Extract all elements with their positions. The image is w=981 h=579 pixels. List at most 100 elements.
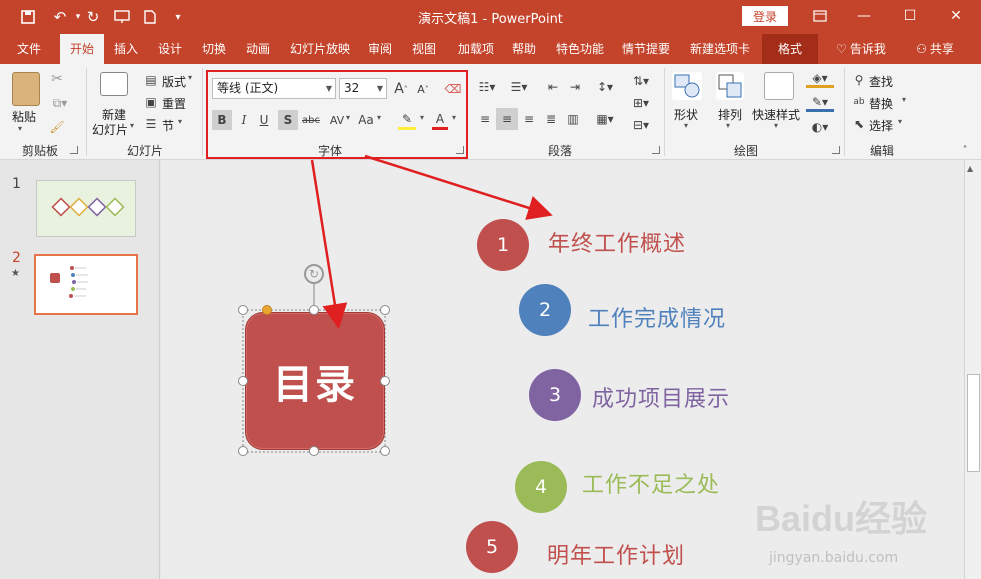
tab-slideshow[interactable]: 幻灯片放映 [284, 34, 356, 64]
replace-label[interactable]: 替换 [869, 95, 893, 112]
tab-view[interactable]: 视图 [406, 34, 442, 64]
new-slide-icon[interactable] [100, 72, 128, 96]
resize-handle[interactable] [238, 376, 248, 386]
new-slide-dropdown-icon[interactable]: ▾ [130, 121, 134, 130]
tab-file[interactable]: 文件 [8, 34, 50, 64]
login-button[interactable]: 登录 [742, 6, 788, 26]
title-shape[interactable]: 目录 [245, 312, 385, 450]
numbering-icon[interactable]: ☰▾ [508, 78, 530, 96]
layout-label[interactable]: 版式 [162, 73, 186, 90]
layout-icon[interactable]: ▤ [142, 72, 160, 88]
paste-label[interactable]: 粘贴 [12, 108, 36, 125]
item-number-circle[interactable]: 4 [515, 461, 567, 513]
section-dropdown-icon[interactable]: ▾ [178, 117, 182, 126]
tab-animations[interactable]: 动画 [240, 34, 276, 64]
maximize-icon[interactable]: ☐ [898, 6, 922, 26]
paragraph-launcher-icon[interactable] [652, 146, 660, 154]
resize-handle[interactable] [238, 305, 248, 315]
find-icon[interactable]: ⚲ [852, 72, 866, 88]
scroll-up-icon[interactable]: ▲ [967, 164, 973, 173]
select-dropdown-icon[interactable]: ▾ [898, 117, 902, 126]
item-text[interactable]: 成功项目展示 [592, 381, 730, 413]
tab-new-tab[interactable]: 新建选项卡 [684, 34, 756, 64]
item-text[interactable]: 工作完成情况 [588, 301, 726, 333]
cut-icon[interactable]: ✂ [48, 70, 66, 88]
item-number-circle[interactable]: 3 [529, 369, 581, 421]
item-number-circle[interactable]: 2 [519, 284, 571, 336]
replace-dropdown-icon[interactable]: ▾ [902, 95, 906, 104]
ribbon-display-icon[interactable] [808, 6, 832, 26]
paste-dropdown-icon[interactable]: ▾ [18, 124, 22, 133]
justify-icon[interactable]: ≣ [542, 110, 560, 128]
tab-transitions[interactable]: 切换 [196, 34, 232, 64]
shapes-dropdown-icon[interactable]: ▾ [684, 121, 688, 130]
item-number-circle[interactable]: 5 [466, 521, 518, 573]
arrange-icon[interactable] [716, 72, 744, 100]
new-slide-label-2[interactable]: 幻灯片 [92, 121, 128, 138]
resize-handle[interactable] [238, 446, 248, 456]
clipboard-launcher-icon[interactable] [70, 146, 78, 154]
align-text-icon[interactable]: ⊞▾ [628, 94, 654, 112]
line-spacing-icon[interactable]: ↕▾ [594, 78, 616, 96]
reset-label[interactable]: 重置 [162, 95, 186, 112]
align-center-icon[interactable]: ≡ [496, 108, 518, 130]
layout-dropdown-icon[interactable]: ▾ [188, 73, 192, 82]
bullets-icon[interactable]: ☷▾ [476, 78, 498, 96]
resize-handle[interactable] [309, 305, 319, 315]
find-label[interactable]: 查找 [869, 73, 893, 90]
align-left-icon[interactable]: ≡ [476, 110, 494, 128]
drawing-launcher-icon[interactable] [832, 146, 840, 154]
text-direction-icon[interactable]: ⇅▾ [628, 72, 654, 90]
resize-handle[interactable] [380, 446, 390, 456]
rotate-handle-icon[interactable]: ↻ [304, 264, 324, 284]
decrease-indent-icon[interactable]: ⇤ [544, 78, 562, 96]
tell-me-button[interactable]: ♡ 告诉我 [830, 34, 892, 64]
tab-help[interactable]: 帮助 [506, 34, 542, 64]
shape-outline-icon[interactable]: ✎▾ [806, 94, 834, 112]
scrollbar-thumb[interactable] [967, 374, 980, 472]
tab-special-features[interactable]: 特色功能 [550, 34, 610, 64]
select-label[interactable]: 选择 [869, 117, 893, 134]
shape-effects-icon[interactable]: ◐▾ [806, 118, 834, 136]
replace-icon[interactable]: ab [850, 94, 868, 110]
share-button[interactable]: ⚇ 共享 [908, 34, 962, 64]
paste-icon[interactable] [12, 72, 40, 106]
minimize-icon[interactable]: — [852, 6, 876, 26]
arrange-dropdown-icon[interactable]: ▾ [726, 121, 730, 130]
close-icon[interactable]: ✕ [944, 6, 968, 26]
vertical-scrollbar[interactable]: ▲ [964, 160, 981, 579]
resize-handle[interactable] [380, 376, 390, 386]
tab-insert[interactable]: 插入 [108, 34, 144, 64]
shape-fill-icon[interactable]: ◈▾ [806, 70, 834, 88]
resize-handle[interactable] [309, 446, 319, 456]
section-label[interactable]: 节 [162, 117, 174, 134]
item-text[interactable]: 工作不足之处 [582, 467, 720, 499]
increase-indent-icon[interactable]: ⇥ [566, 78, 584, 96]
quick-styles-icon[interactable] [764, 72, 794, 100]
section-icon[interactable]: ☰ [142, 116, 160, 132]
smartart-icon[interactable]: ⊟▾ [628, 116, 654, 134]
reset-icon[interactable]: ▣ [142, 94, 160, 110]
quick-styles-dropdown-icon[interactable]: ▾ [774, 121, 778, 130]
format-painter-icon[interactable]: 🖌 [48, 118, 66, 136]
tab-addins[interactable]: 加载项 [452, 34, 500, 64]
collapse-ribbon-icon[interactable]: ˄ [958, 144, 972, 156]
item-text[interactable]: 年终工作概述 [548, 226, 686, 258]
resize-handle[interactable] [380, 305, 390, 315]
copy-icon[interactable]: ⧉▾ [48, 94, 72, 112]
slide-thumbnail-1[interactable] [36, 180, 136, 237]
item-number-circle[interactable]: 1 [477, 219, 529, 271]
align-right-icon[interactable]: ≡ [520, 110, 538, 128]
item-text[interactable]: 明年工作计划 [547, 538, 685, 570]
tab-storyboard[interactable]: 情节提要 [616, 34, 676, 64]
adjust-handle[interactable] [262, 305, 272, 315]
tab-format[interactable]: 格式 [762, 34, 818, 64]
shapes-icon[interactable] [672, 72, 702, 100]
tab-design[interactable]: 设计 [152, 34, 188, 64]
select-icon[interactable]: ⬉ [852, 116, 866, 132]
tab-review[interactable]: 审阅 [362, 34, 398, 64]
distributed-icon[interactable]: ▥ [564, 110, 582, 128]
columns-icon[interactable]: ▦▾ [594, 110, 616, 128]
tab-home[interactable]: 开始 [60, 34, 104, 64]
slide-thumbnail-2[interactable] [34, 254, 138, 315]
